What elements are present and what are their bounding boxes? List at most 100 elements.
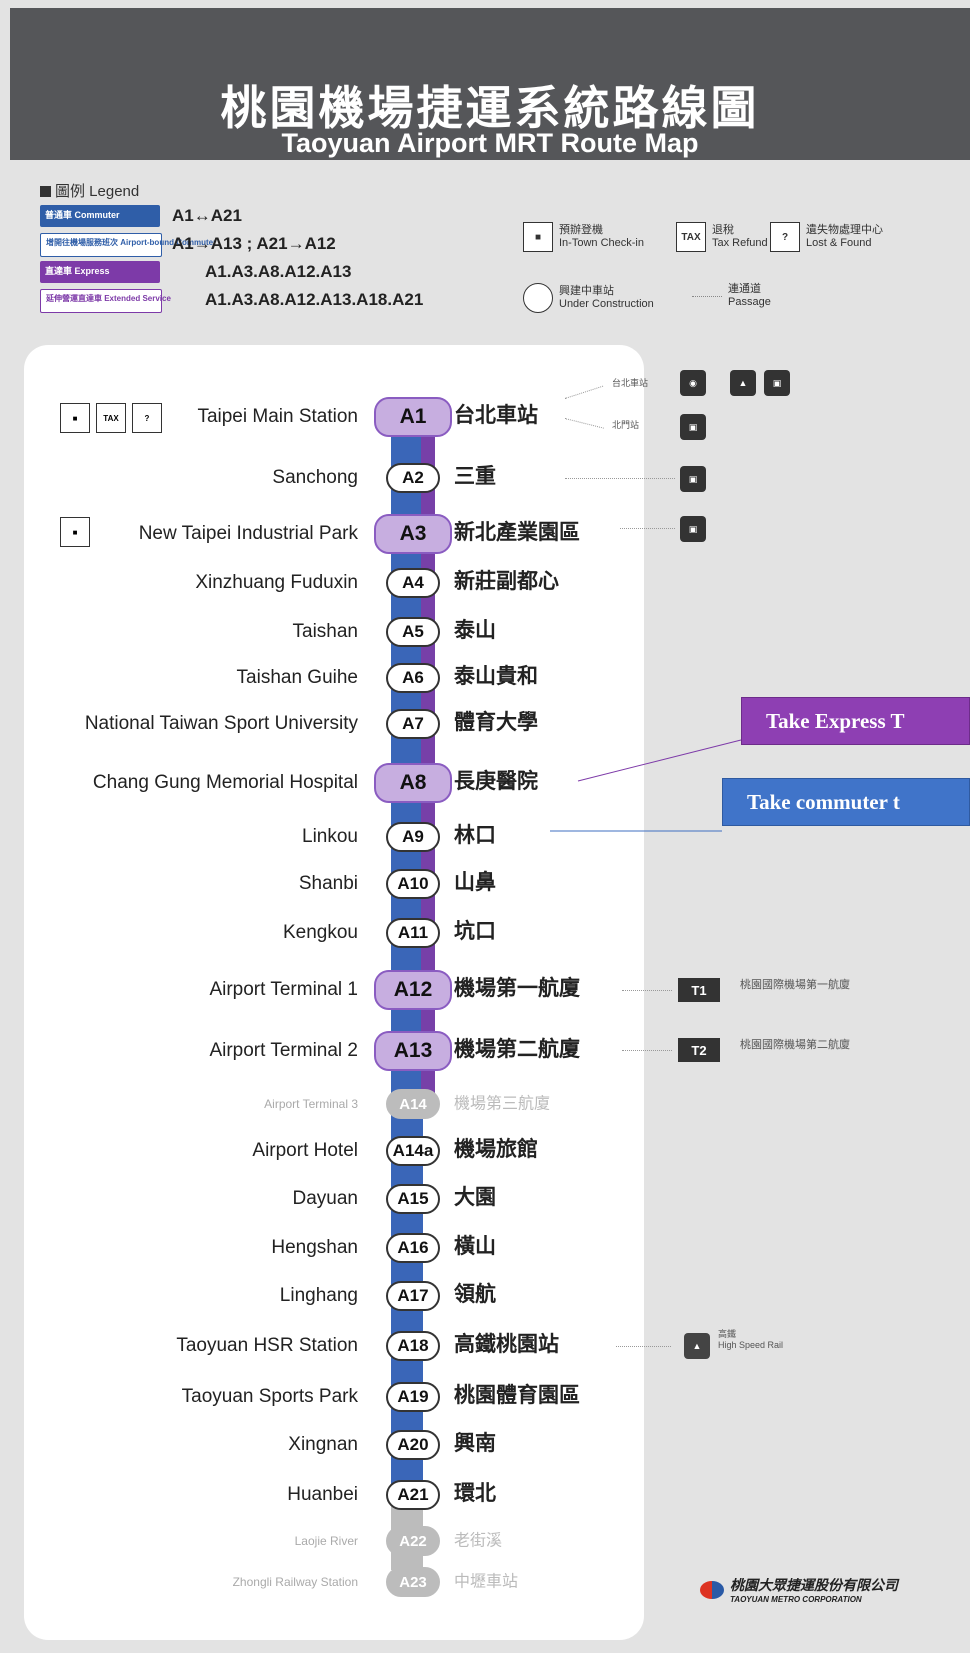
station-name-zh: 泰山 — [454, 618, 496, 642]
legend-construction: 興建中車站 Under Construction — [516, 276, 654, 320]
station-name-zh: 體育大學 — [454, 710, 538, 734]
station-name-zh: 機場第一航廈 — [454, 976, 580, 1000]
station-name-zh: 新北產業園區 — [454, 520, 580, 544]
map-header: 桃園機場捷運系統路線圖 Taoyuan Airport MRT Route Ma… — [10, 8, 970, 160]
station-name-en: Kengkou — [282, 922, 358, 943]
station-name-zh: 高鐵桃園站 — [454, 1332, 559, 1356]
check-in-icon: ■ — [523, 222, 553, 252]
station-name-en: Xinzhuang Fuduxin — [195, 572, 358, 593]
station-name-en: Laojie River — [294, 1534, 358, 1548]
station-name-en: Shanbi — [298, 873, 358, 894]
station-name-en: Zhongli Railway Station — [232, 1575, 358, 1589]
commuter-callout: Take commuter t — [722, 778, 970, 826]
legend-row-express: 直達車 Express A1.A3.A8.A12.A13 — [40, 261, 496, 283]
metro-icon: ▣ — [680, 414, 706, 440]
station-badge: A6 — [386, 663, 440, 693]
station-name-zh: 老街溪 — [454, 1530, 503, 1550]
hsr-icon: ▲ — [684, 1333, 710, 1359]
station-name-zh: 三重 — [454, 464, 496, 488]
extended-badge: 延伸營運直達車 Extended Service — [40, 289, 171, 313]
legend-title: 圖例 Legend — [40, 180, 139, 201]
connector-t1 — [622, 990, 672, 991]
hsr-connection-text: 高鐵 High Speed Rail — [718, 1329, 784, 1350]
station-name-zh: 大園 — [454, 1185, 496, 1209]
terminal-2-text: 桃園國際機場第二航廈 — [740, 1039, 850, 1051]
station-name-en: National Taiwan Sport University — [84, 713, 358, 734]
connector-sanchong — [565, 478, 675, 479]
station-name-en: Hengshan — [271, 1237, 358, 1258]
station-name-zh: 領航 — [454, 1282, 496, 1306]
station-badge: A14a — [386, 1136, 440, 1166]
tax-refund-icon: TAX — [96, 403, 126, 433]
station-name-en: New Taipei Industrial Park — [138, 523, 358, 544]
station-name-en: Linghang — [279, 1285, 358, 1306]
legend-row-commuter: 普通車 Commuter A1↔A21 — [40, 205, 496, 227]
check-in-icon: ■ — [60, 403, 90, 433]
station-badge: A10 — [386, 869, 440, 899]
station-badge: A5 — [386, 617, 440, 647]
taipei-main-services: ■ TAX ? — [60, 403, 162, 433]
station-name-en: Taoyuan Sports Park — [181, 1386, 358, 1407]
station-badge: A18 — [386, 1331, 440, 1361]
taipei-station-label: 台北車站 — [612, 378, 649, 388]
title-en: Taoyuan Airport MRT Route Map — [281, 128, 699, 158]
legend-tax-refund: TAX 退稅 Tax Refund — [676, 222, 768, 252]
station-name-zh: 橫山 — [454, 1234, 496, 1258]
legend-passage: 連通道 Passage — [692, 283, 771, 309]
station-name-en: Airport Terminal 3 — [264, 1097, 358, 1111]
legend-check-in: ■ 預辦登機 In-Town Check-in — [523, 222, 644, 252]
station-name-en: Sanchong — [272, 467, 358, 488]
station-name-en: Airport Terminal 1 — [209, 979, 358, 1000]
terminal-1-text: 桃園國際機場第一航廈 — [740, 979, 850, 991]
tra-icon: ◉ — [680, 370, 706, 396]
metro-icon: ▣ — [680, 516, 706, 542]
industrial-park-services: ■ — [60, 517, 90, 547]
station-name-zh: 機場第二航廈 — [454, 1037, 580, 1061]
express-badge: 直達車 Express — [40, 261, 160, 283]
legend-row-extended: 延伸營運直達車 Extended Service A1.A3.A8.A12.A1… — [40, 289, 496, 313]
express-callout: Take Express T — [741, 697, 970, 745]
station-name-zh: 興南 — [454, 1431, 496, 1455]
terminal-2-badge: T2 — [678, 1038, 720, 1062]
station-badge: A11 — [386, 918, 440, 948]
station-badge: A3 — [374, 514, 452, 554]
station-name-zh: 機場旅館 — [454, 1137, 538, 1161]
station-badge: A1 — [374, 397, 452, 437]
legend-text-commuter: A1↔A21 — [172, 206, 242, 225]
legend-icon — [40, 186, 51, 197]
legend-row-airport-bound: 增開往機場服務班次 Airport-bound Commuter A1→A13 … — [40, 233, 496, 257]
station-name-en: Taishan — [292, 621, 359, 642]
commuter-badge: 普通車 Commuter — [40, 205, 160, 227]
station-badge: A22 — [386, 1526, 440, 1556]
station-name-zh: 環北 — [454, 1481, 496, 1505]
station-badge: A13 — [374, 1031, 452, 1071]
station-name-en: Dayuan — [292, 1188, 359, 1209]
station-name-en: Airport Terminal 2 — [209, 1040, 358, 1061]
legend-text-extended: A1.A3.A8.A12.A13.A18.A21 — [205, 290, 424, 309]
check-in-icon: ■ — [60, 517, 90, 547]
metro-icon: ▣ — [680, 466, 706, 492]
station-name-zh: 山鼻 — [454, 870, 496, 894]
terminal-1-badge: T1 — [678, 978, 720, 1002]
station-badge: A16 — [386, 1233, 440, 1263]
station-badge: A14 — [386, 1089, 440, 1119]
station-name-zh: 泰山貴和 — [454, 664, 538, 688]
tax-refund-icon: TAX — [676, 222, 706, 252]
station-name-en: Chang Gung Memorial Hospital — [92, 772, 358, 793]
station-name-zh: 中壢車站 — [454, 1571, 519, 1591]
metro-icon: ▣ — [764, 370, 790, 396]
station-name-en: Taipei Main Station — [197, 406, 358, 427]
station-name-zh: 機場第三航廈 — [454, 1093, 551, 1113]
construction-icon — [516, 276, 560, 320]
station-name-zh: 長庚醫院 — [454, 769, 538, 793]
station-badge: A20 — [386, 1430, 440, 1460]
station-badge: A21 — [386, 1480, 440, 1510]
lost-found-icon: ? — [770, 222, 800, 252]
lost-found-icon: ? — [132, 403, 162, 433]
station-badge: A9 — [386, 822, 440, 852]
legend-lost-found: ? 遺失物處理中心 Lost & Found — [770, 222, 883, 252]
station-name-en: Taoyuan HSR Station — [176, 1335, 358, 1356]
legend-text-express: A1.A3.A8.A12.A13 — [205, 262, 352, 281]
station-badge: A2 — [386, 463, 440, 493]
connector-industrial-park — [620, 528, 675, 529]
